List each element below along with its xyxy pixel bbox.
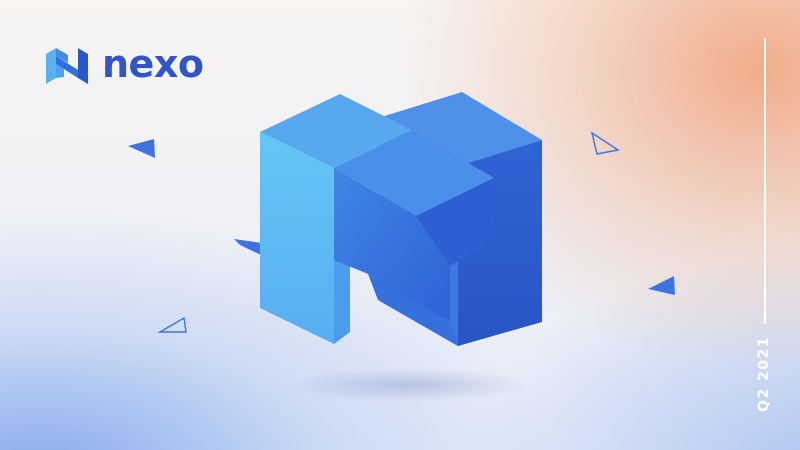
triangle-shape xyxy=(648,276,675,295)
vertical-divider xyxy=(764,38,766,324)
hero-shadow xyxy=(290,368,530,402)
period-label: Q2 2021 xyxy=(756,336,772,412)
triangle-shape xyxy=(128,139,155,158)
nexo-banner: nexo Q2 2021 xyxy=(0,0,800,450)
triangle-outline-shape xyxy=(590,131,620,155)
triangle-outline-shape xyxy=(157,316,187,333)
hero-3d-n-icon xyxy=(260,92,542,346)
